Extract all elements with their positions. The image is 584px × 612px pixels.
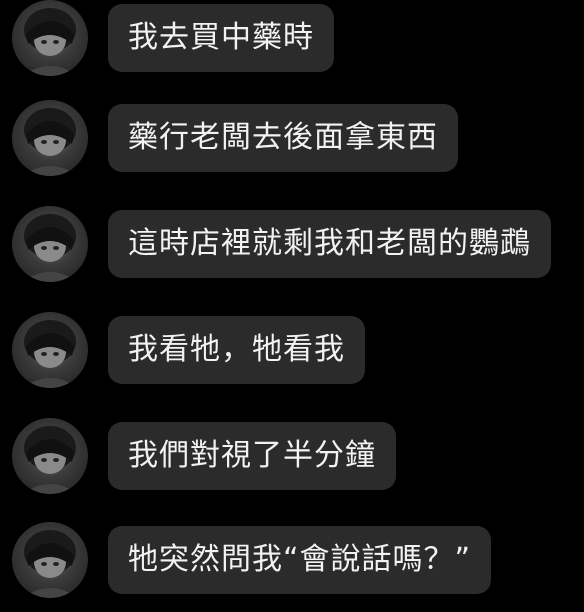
- avatar-portrait-icon: [22, 214, 78, 282]
- chat-thread: 我去買中藥時 藥行老闆去後面拿東西 這時店裡就剩我和老闆的鸚鵡 我看牠，牠看我 …: [0, 0, 584, 612]
- avatar[interactable]: [12, 312, 88, 388]
- avatar-portrait-icon: [22, 320, 78, 388]
- avatar-portrait-icon: [22, 530, 78, 598]
- message-text: 這時店裡就剩我和老闆的鸚鵡: [128, 226, 531, 261]
- message-bubble: 我看牠，牠看我: [108, 316, 365, 384]
- message-text: 我去買中藥時: [128, 20, 314, 55]
- message-text: 我看牠，牠看我: [128, 332, 345, 367]
- message-bubble: 我去買中藥時: [108, 4, 334, 72]
- avatar-portrait-icon: [22, 8, 78, 76]
- avatar[interactable]: [12, 522, 88, 598]
- message-text: 我們對視了半分鐘: [128, 438, 376, 473]
- avatar[interactable]: [12, 100, 88, 176]
- message-bubble: 藥行老闆去後面拿東西: [108, 104, 458, 172]
- avatar-portrait-icon: [22, 426, 78, 494]
- message-text: 牠突然問我“會說話嗎？”: [128, 542, 472, 577]
- avatar[interactable]: [12, 206, 88, 282]
- avatar[interactable]: [12, 0, 88, 76]
- message-bubble: 我們對視了半分鐘: [108, 422, 396, 490]
- message-bubble: 這時店裡就剩我和老闆的鸚鵡: [108, 210, 551, 278]
- avatar[interactable]: [12, 418, 88, 494]
- message-bubble: 牠突然問我“會說話嗎？”: [108, 526, 492, 594]
- message-text: 藥行老闆去後面拿東西: [128, 120, 438, 155]
- avatar-portrait-icon: [22, 108, 78, 176]
